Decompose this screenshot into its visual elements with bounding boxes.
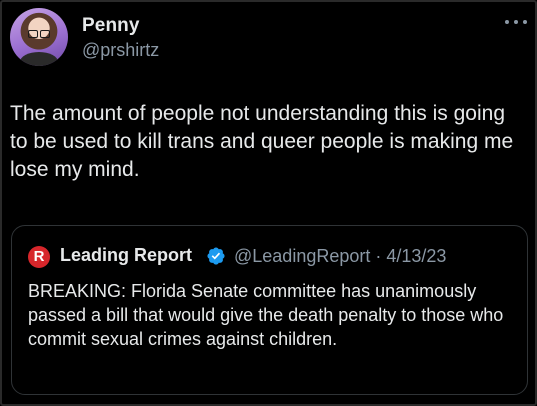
avatar-glasses bbox=[28, 30, 50, 38]
avatar-shirt bbox=[20, 52, 58, 66]
quoted-avatar-logo: R bbox=[28, 246, 50, 268]
tweet-card: Penny @prshirtz The amount of people not… bbox=[0, 0, 537, 406]
more-options-icon[interactable] bbox=[505, 18, 527, 26]
author-avatar[interactable] bbox=[10, 8, 68, 66]
quoted-tweet[interactable]: R Leading Report @LeadingReport · 4/13/2… bbox=[11, 225, 528, 395]
quoted-display-name: Leading Report bbox=[60, 245, 193, 265]
verified-badge-icon bbox=[207, 247, 225, 265]
author-handle[interactable]: @prshirtz bbox=[82, 40, 159, 61]
quoted-handle-date: @LeadingReport · 4/13/23 bbox=[234, 246, 447, 266]
quoted-text: BREAKING: Florida Senate committee has u… bbox=[28, 281, 504, 349]
author-display-name[interactable]: Penny bbox=[82, 15, 140, 37]
tweet-text: The amount of people not understanding t… bbox=[10, 102, 514, 181]
